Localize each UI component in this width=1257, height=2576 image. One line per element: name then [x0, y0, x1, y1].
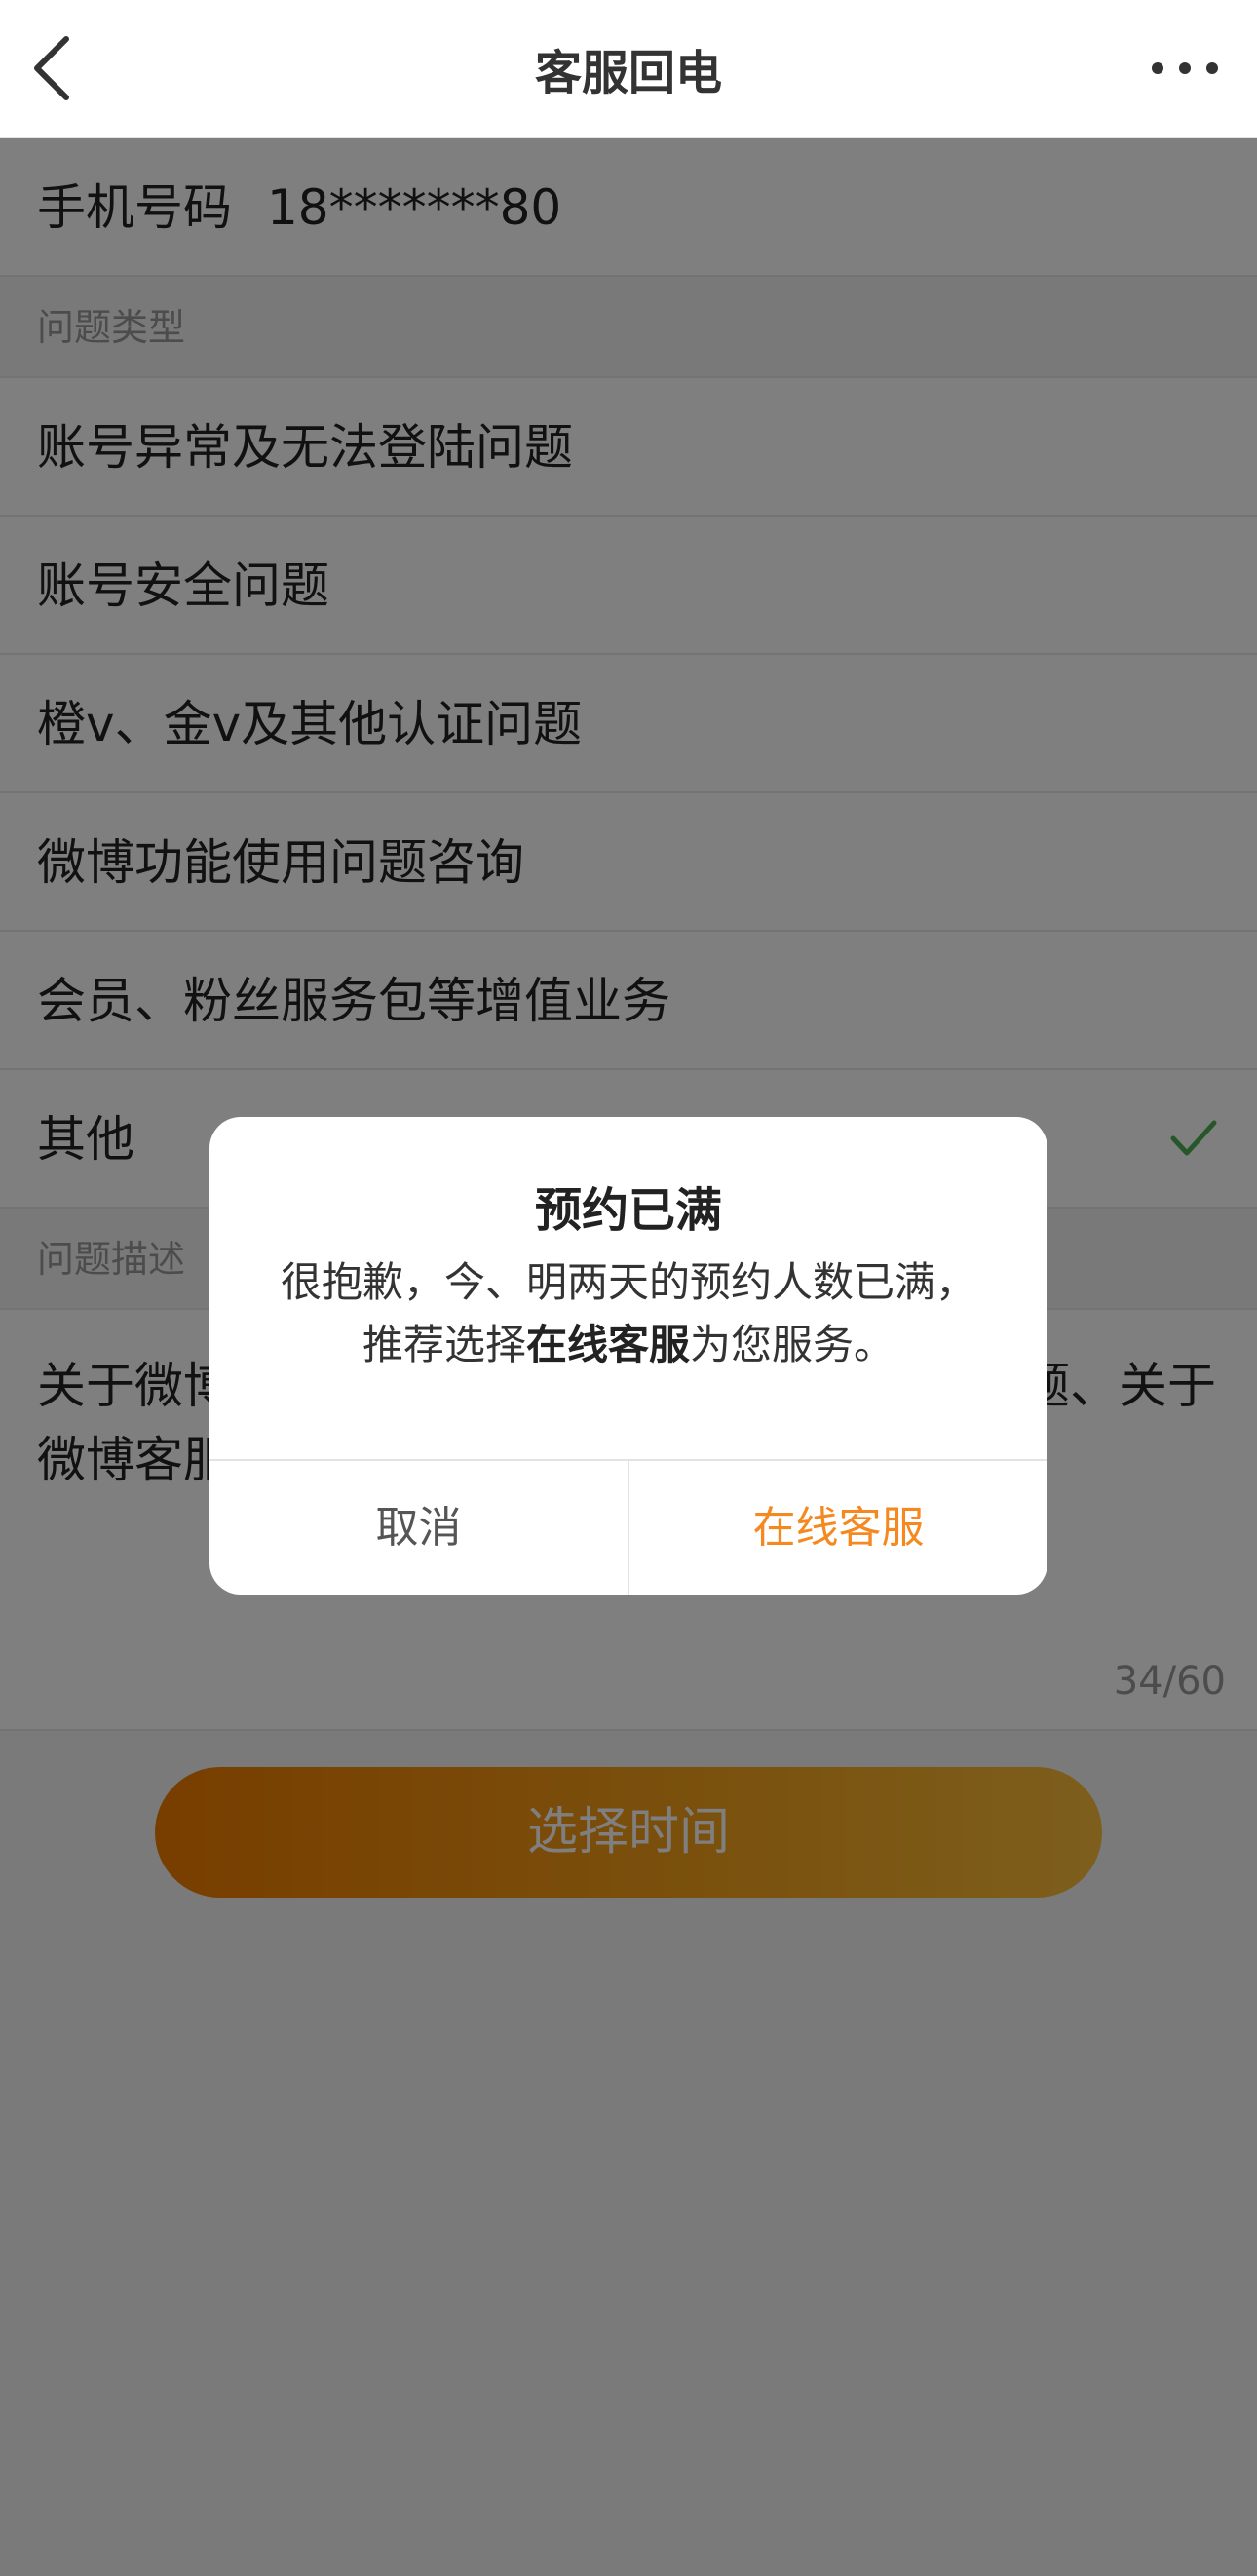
dialog-title: 预约已满: [534, 1183, 722, 1238]
page-title: 客服回电: [534, 46, 722, 100]
navbar: 客服回电: [0, 0, 1257, 138]
dialog-message: 很抱歉，今、明两天的预约人数已满， 推荐选择在线客服为您服务。: [239, 1251, 1018, 1376]
cancel-button[interactable]: 取消: [210, 1461, 628, 1595]
more-dots-icon[interactable]: [1146, 39, 1224, 97]
dialog-message-line2-pre: 推荐选择: [362, 1321, 526, 1368]
dialog-message-line1: 很抱歉，今、明两天的预约人数已满，: [280, 1258, 976, 1306]
dialog-message-bold: 在线客服: [525, 1321, 690, 1368]
online-service-button[interactable]: 在线客服: [629, 1461, 1048, 1595]
booking-full-dialog: 预约已满 很抱歉，今、明两天的预约人数已满， 推荐选择在线客服为您服务。 取消 …: [210, 1117, 1048, 1595]
dialog-message-line2-post: 为您服务。: [690, 1321, 895, 1368]
